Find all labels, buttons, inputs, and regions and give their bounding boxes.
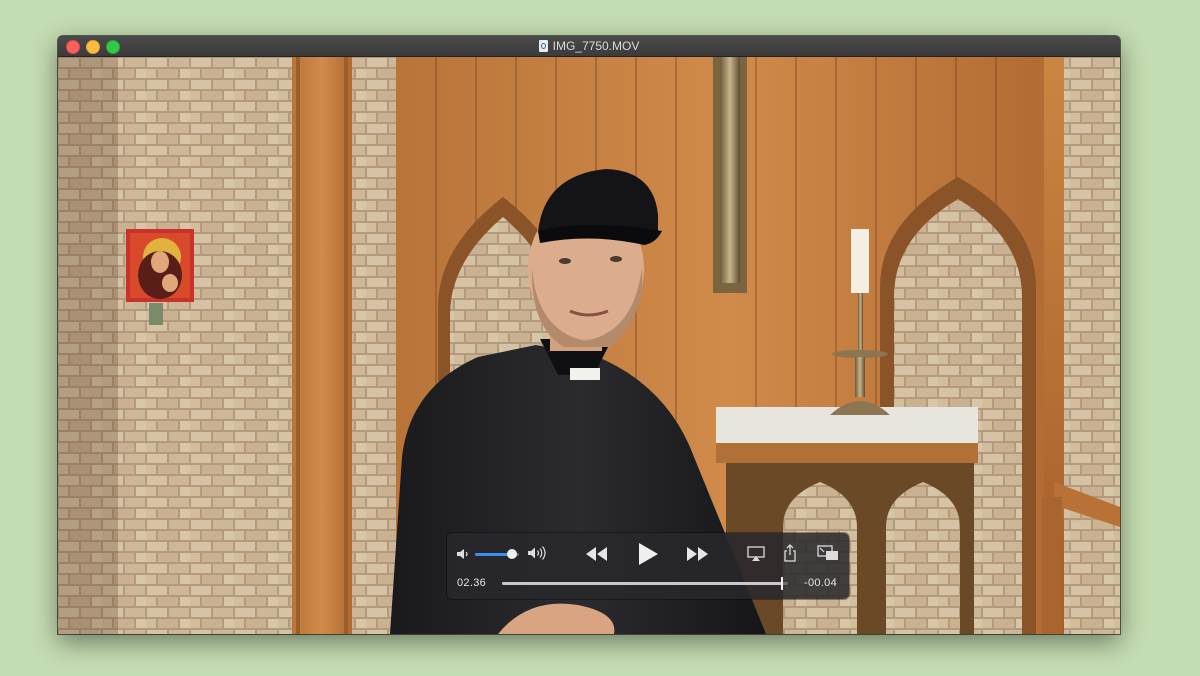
quicktime-file-icon <box>538 40 548 52</box>
speaker-high-icon[interactable] <box>527 545 547 561</box>
share-icon <box>784 544 796 562</box>
play-icon <box>639 543 658 565</box>
scrubber-bar[interactable] <box>502 577 788 590</box>
share-button[interactable] <box>783 544 797 562</box>
video-frame[interactable]: 02.36 -00.04 <box>58 57 1120 634</box>
quicktime-window: IMG_7750.MOV 02.36 -00.04 <box>58 36 1120 634</box>
picture-in-picture-button[interactable] <box>817 545 839 561</box>
fast-forward-icon <box>687 547 708 561</box>
window-title: IMG_7750.MOV <box>552 39 640 53</box>
play-button[interactable] <box>637 542 659 566</box>
scrubber-fill <box>502 582 783 585</box>
remaining-time: -00.04 <box>804 577 837 589</box>
playhead[interactable] <box>781 577 784 590</box>
elapsed-time: 02.36 <box>457 577 487 589</box>
rewind-icon <box>586 547 607 561</box>
speaker-low-icon[interactable] <box>456 547 470 561</box>
volume-knob[interactable] <box>507 549 518 559</box>
playback-controls: 02.36 -00.04 <box>447 533 849 599</box>
title-bar[interactable]: IMG_7750.MOV <box>58 36 1120 57</box>
rewind-button[interactable] <box>585 546 609 562</box>
fast-forward-button[interactable] <box>685 546 709 562</box>
window-title-area: IMG_7750.MOV <box>58 36 1120 56</box>
volume-slider[interactable] <box>475 549 519 559</box>
picture-in-picture-icon <box>817 545 838 560</box>
airplay-button[interactable] <box>747 546 765 562</box>
airplay-icon <box>747 546 765 561</box>
